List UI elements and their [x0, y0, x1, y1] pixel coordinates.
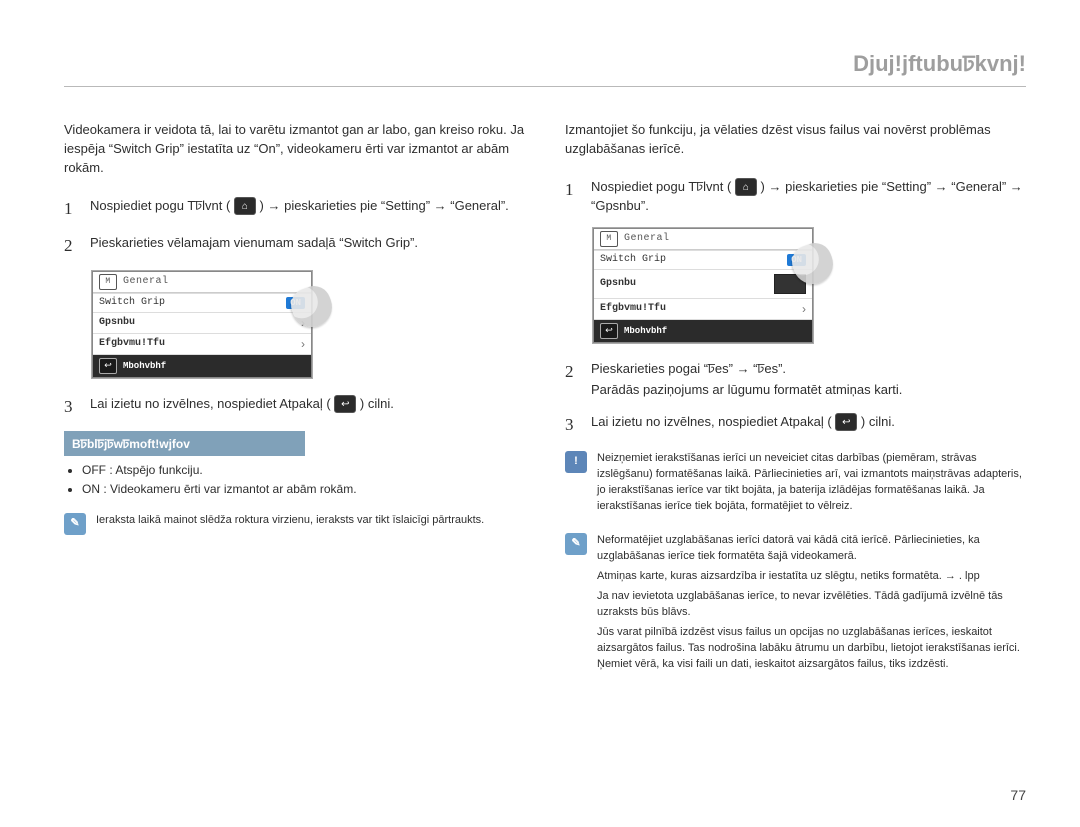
page-header: Djuj!jftubuꠑkvnj! — [64, 48, 1026, 87]
menu-screenshot-left: MGeneral Switch GripON Gpsnbu› Efgbvmu!T… — [92, 271, 312, 378]
chevron-right-icon: › — [301, 337, 305, 351]
warning-icon: ! — [565, 451, 587, 473]
manual-page: Djuj!jftubuꠑkvnj! Videokamera ir veidota… — [0, 0, 1080, 827]
thumbnail-icon — [774, 274, 806, 294]
tip-box: ✎ Neformatējiet uzglabāšanas ierīci dato… — [565, 533, 1026, 677]
right-step-3: 3 Lai izietu no izvēlnes, nospiediet Atp… — [565, 412, 1026, 438]
warning-box: ! Neizņemiet ierakstīšanas ierīci un nev… — [565, 451, 1026, 519]
back-icon: ↩ — [835, 413, 857, 431]
menu-screenshot-right: MGeneral Switch GripON Gpsnbu Efgbvmu!Tf… — [593, 228, 813, 343]
home-icon: ⌂ — [234, 197, 256, 215]
submenu-items: OFF : Atspējo funkciju. ON : Videokameru… — [64, 462, 525, 499]
note-box: ✎ Ieraksta laikā mainot slēdža roktura v… — [64, 513, 525, 535]
mode-icon: M — [600, 231, 618, 247]
chevron-right-icon: › — [802, 302, 806, 316]
page-title: Djuj!jftubuꠑkvnj! — [853, 48, 1026, 78]
back-icon: ↩ — [334, 395, 356, 413]
back-icon: ↩ — [600, 323, 618, 339]
chevron-right-icon: › — [301, 316, 305, 330]
note-icon: ✎ — [64, 513, 86, 535]
submenu-title: Bꠑblꠑjꠑwꠑmoft!wjfov — [64, 431, 305, 456]
back-icon: ↩ — [99, 358, 117, 374]
right-column: Izmantojiet šo funkciju, ja vēlaties dzē… — [565, 121, 1026, 677]
right-step-1: 1 Nospiediet pogu Tꠑlvnt ( ⌂ ) → pieskar… — [565, 177, 1026, 216]
left-column: Videokamera ir veidota tā, lai to varētu… — [64, 121, 525, 677]
right-step-2: 2 Pieskarieties pogai “ꠑes” → “ꠑes”. Par… — [565, 359, 1026, 400]
mode-icon: M — [99, 274, 117, 290]
right-intro: Izmantojiet šo funkciju, ja vēlaties dzē… — [565, 121, 1026, 159]
page-number: 77 — [1010, 787, 1026, 803]
left-step-1: 1 Nospiediet pogu Tꠑlvnt ( ⌂ ) → pieskar… — [64, 196, 525, 222]
left-step-3: 3 Lai izietu no izvēlnes, nospiediet Atp… — [64, 394, 525, 420]
left-step-2: 2 Pieskarieties vēlamajam vienumam sadaļ… — [64, 233, 525, 259]
left-intro: Videokamera ir veidota tā, lai to varētu… — [64, 121, 525, 178]
home-icon: ⌂ — [735, 178, 757, 196]
note-icon: ✎ — [565, 533, 587, 555]
